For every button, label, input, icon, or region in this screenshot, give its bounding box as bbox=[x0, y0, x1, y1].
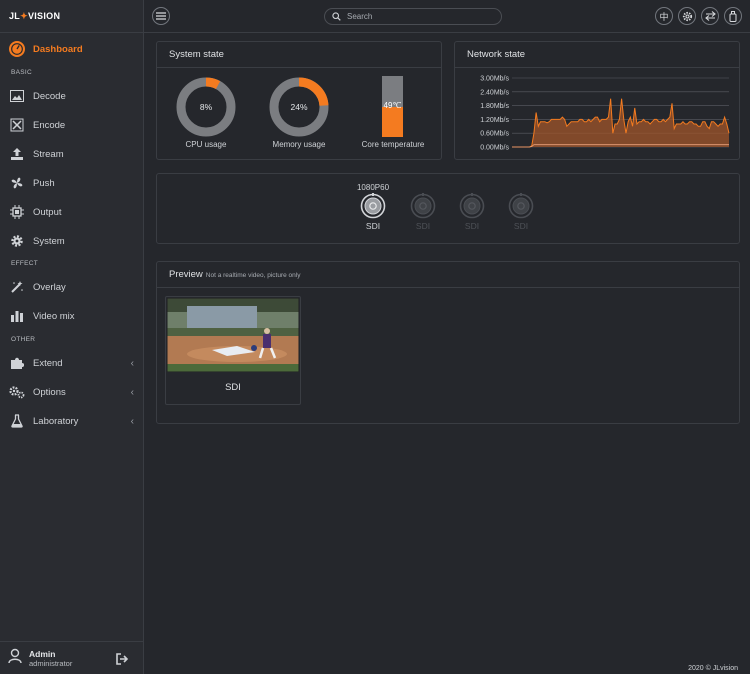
temperature-bar-fill bbox=[382, 107, 403, 137]
sidebar-item-video-mix[interactable]: Video mix bbox=[0, 303, 143, 329]
sidebar-item-output[interactable]: Output bbox=[0, 199, 143, 225]
channel-format bbox=[397, 183, 449, 193]
footer: 2020 © JLvision bbox=[688, 665, 738, 672]
language-button[interactable]: 中 bbox=[655, 7, 673, 25]
panel-title: Preview Not a realtime video, picture on… bbox=[157, 262, 739, 288]
sidebar-item-push[interactable]: Push bbox=[0, 170, 143, 196]
sidebar: JL ✦ VISION Dashboard BASIC Decode Encode … bbox=[0, 0, 144, 674]
sidebar-item-overlay[interactable]: Overlay bbox=[0, 274, 143, 300]
switch-button[interactable] bbox=[701, 7, 719, 25]
network-chart: 3.00Mb/s 2.40Mb/s 1.80Mb/s 1.20Mb/s 0.60Mb/s… bbox=[480, 76, 730, 152]
y-tick-label: 2.40Mb/s bbox=[480, 89, 509, 96]
channel-label: SDI bbox=[464, 221, 480, 231]
sidebar-item-dashboard[interactable]: Dashboard bbox=[0, 36, 143, 62]
puzzle-icon bbox=[9, 355, 25, 371]
y-tick-label: 3.00Mb/s bbox=[480, 76, 509, 83]
dashboard-icon bbox=[9, 41, 25, 57]
channel-format: 1080P60 bbox=[356, 183, 390, 192]
network-state-panel: Network state 3.00Mb/s 2.40Mb/s 1.80Mb/s 1.… bbox=[454, 41, 740, 160]
bar-chart-icon bbox=[9, 308, 25, 324]
preview-thumbnail bbox=[167, 298, 299, 372]
cpu-label: CPU usage bbox=[185, 140, 227, 149]
panel-title: Network state bbox=[455, 42, 739, 68]
usb-button[interactable] bbox=[724, 7, 742, 25]
channel-format bbox=[495, 183, 547, 193]
magic-wand-icon bbox=[9, 279, 25, 295]
bnc-connector-icon bbox=[459, 193, 485, 219]
y-tick-label: 0.60Mb/s bbox=[480, 131, 509, 138]
chip-icon bbox=[9, 204, 25, 220]
cpu-value: 8% bbox=[200, 102, 213, 112]
temperature-label: Core temperature bbox=[361, 140, 425, 149]
preview-panel: Preview Not a realtime video, picture on… bbox=[156, 261, 740, 424]
search-input[interactable] bbox=[347, 12, 497, 21]
sidebar-item-options[interactable]: Options ‹ bbox=[0, 379, 143, 405]
bnc-connector-icon bbox=[410, 193, 436, 219]
section-basic: BASIC bbox=[11, 69, 33, 76]
image-icon bbox=[9, 88, 25, 104]
section-effect: EFFECT bbox=[11, 260, 39, 267]
y-tick-label: 1.80Mb/s bbox=[480, 103, 509, 110]
logo: JL ✦ VISION bbox=[0, 0, 143, 33]
channel-label: SDI bbox=[513, 221, 529, 231]
gear-icon bbox=[9, 233, 25, 249]
flask-icon bbox=[9, 413, 25, 429]
channel-format bbox=[446, 183, 498, 193]
memory-gauge: 24% bbox=[269, 77, 329, 137]
channel-sdi-2[interactable]: SDI bbox=[397, 183, 449, 231]
encode-icon bbox=[9, 117, 25, 133]
logout-icon[interactable] bbox=[116, 652, 129, 670]
search-icon bbox=[332, 12, 341, 21]
sidebar-item-stream[interactable]: Stream bbox=[0, 141, 143, 167]
bnc-connector-icon bbox=[360, 193, 386, 219]
section-other: OTHER bbox=[11, 336, 36, 343]
channels-panel: 1080P60 SDI SDI SDI SDI bbox=[156, 173, 740, 244]
system-state-panel: System state 8% CPU usage 24% Memory usa… bbox=[156, 41, 442, 160]
sidebar-item-laboratory[interactable]: Laboratory ‹ bbox=[0, 408, 143, 434]
logo-mark: ✦ bbox=[20, 10, 28, 21]
chevron-left-icon: ‹ bbox=[130, 386, 134, 398]
preview-card-sdi[interactable]: SDI bbox=[165, 296, 301, 405]
user-name: Admin bbox=[29, 648, 56, 659]
upload-icon bbox=[9, 146, 25, 162]
user-icon bbox=[8, 648, 22, 669]
user-panel: Admin administrator bbox=[0, 641, 143, 674]
channel-label: SDI bbox=[365, 221, 381, 231]
gear-icon bbox=[682, 11, 692, 21]
hamburger-icon bbox=[156, 12, 166, 20]
bnc-connector-icon bbox=[508, 193, 534, 219]
memory-label: Memory usage bbox=[272, 140, 326, 149]
temperature-bar: 49℃ bbox=[382, 76, 403, 137]
gears-icon bbox=[9, 384, 25, 400]
fan-icon bbox=[9, 175, 25, 191]
chevron-left-icon: ‹ bbox=[130, 415, 134, 427]
user-role: administrator bbox=[29, 658, 73, 668]
preview-card-label: SDI bbox=[225, 382, 241, 393]
topbar: 中 bbox=[144, 0, 750, 33]
memory-value: 24% bbox=[290, 102, 307, 112]
cpu-gauge: 8% bbox=[176, 77, 236, 137]
channel-label: SDI bbox=[415, 221, 431, 231]
menu-toggle-button[interactable] bbox=[152, 7, 170, 25]
channel-sdi-4[interactable]: SDI bbox=[495, 183, 547, 231]
sidebar-item-extend[interactable]: Extend ‹ bbox=[0, 350, 143, 376]
panel-title: System state bbox=[157, 42, 441, 68]
sidebar-item-decode[interactable]: Decode bbox=[0, 83, 143, 109]
swap-arrows-icon bbox=[704, 11, 716, 21]
y-tick-label: 1.20Mb/s bbox=[480, 117, 509, 124]
temperature-value: 49℃ bbox=[383, 101, 402, 110]
settings-button[interactable] bbox=[678, 7, 696, 25]
chevron-left-icon: ‹ bbox=[130, 357, 134, 369]
y-tick-label: 0.00Mb/s bbox=[480, 145, 509, 152]
usb-drive-icon bbox=[729, 10, 737, 22]
search-box[interactable] bbox=[324, 8, 502, 25]
channel-sdi-3[interactable]: SDI bbox=[446, 183, 498, 231]
sidebar-item-system[interactable]: System bbox=[0, 228, 143, 254]
sidebar-item-encode[interactable]: Encode bbox=[0, 112, 143, 138]
channel-sdi-1[interactable]: 1080P60 SDI bbox=[347, 183, 399, 231]
